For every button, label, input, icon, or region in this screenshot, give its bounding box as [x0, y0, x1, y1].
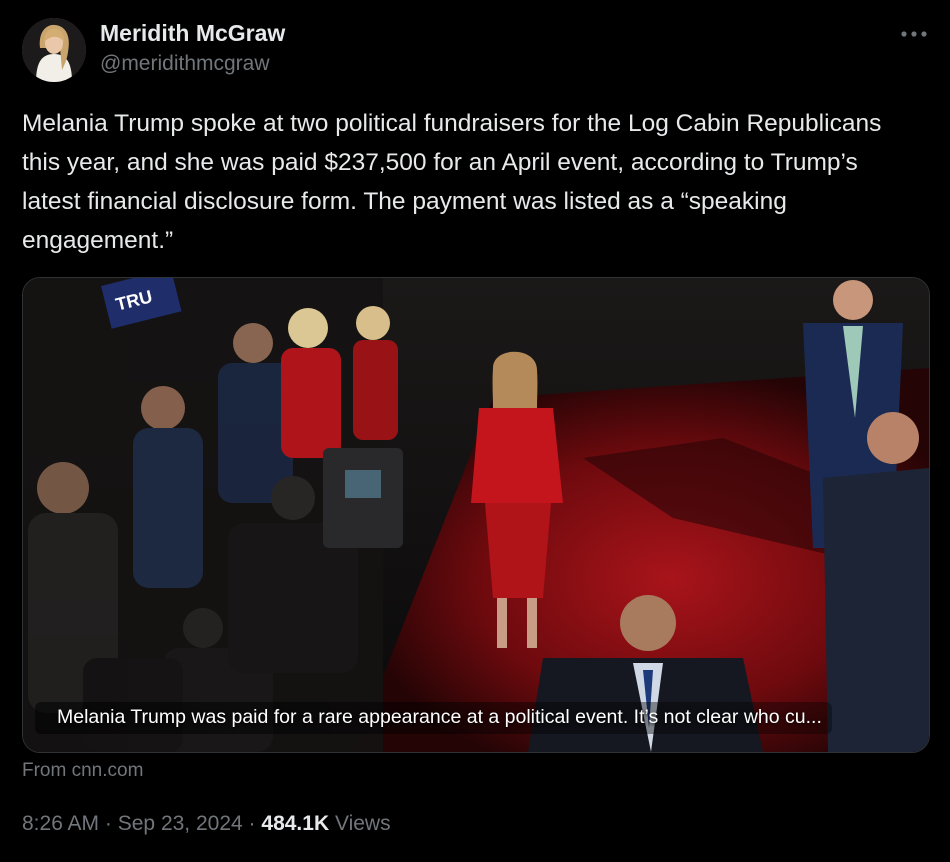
news-photo: TRU: [23, 278, 929, 752]
meta-separator: ·: [104, 812, 112, 835]
profile-photo-icon: [22, 18, 86, 82]
tweet-date[interactable]: Sep 23, 2024: [118, 812, 243, 835]
tweet-time[interactable]: 8:26 AM: [22, 812, 99, 835]
views-label: Views: [334, 812, 391, 835]
meta-separator: ·: [248, 812, 256, 835]
link-preview-card[interactable]: TRU Melania Trump was paid for a rare ap…: [22, 277, 930, 753]
tweet-text: Melania Trump spoke at two political fun…: [22, 110, 882, 254]
ellipsis-icon: [901, 31, 927, 37]
author-avatar[interactable]: [22, 18, 86, 82]
author-handle[interactable]: @meridithmcgraw: [100, 52, 270, 76]
more-options-button[interactable]: [896, 22, 932, 46]
author-display-name[interactable]: Meridith McGraw: [100, 20, 285, 47]
tweet-metadata: 8:26 AM · Sep 23, 2024 · 484.1K Views: [22, 812, 391, 836]
views-count[interactable]: 484.1K: [261, 812, 329, 835]
tweet: Meridith McGraw @meridithmcgraw Melania …: [0, 0, 950, 862]
card-headline: Melania Trump was paid for a rare appear…: [35, 702, 832, 734]
source-link[interactable]: From cnn.com: [22, 760, 143, 782]
